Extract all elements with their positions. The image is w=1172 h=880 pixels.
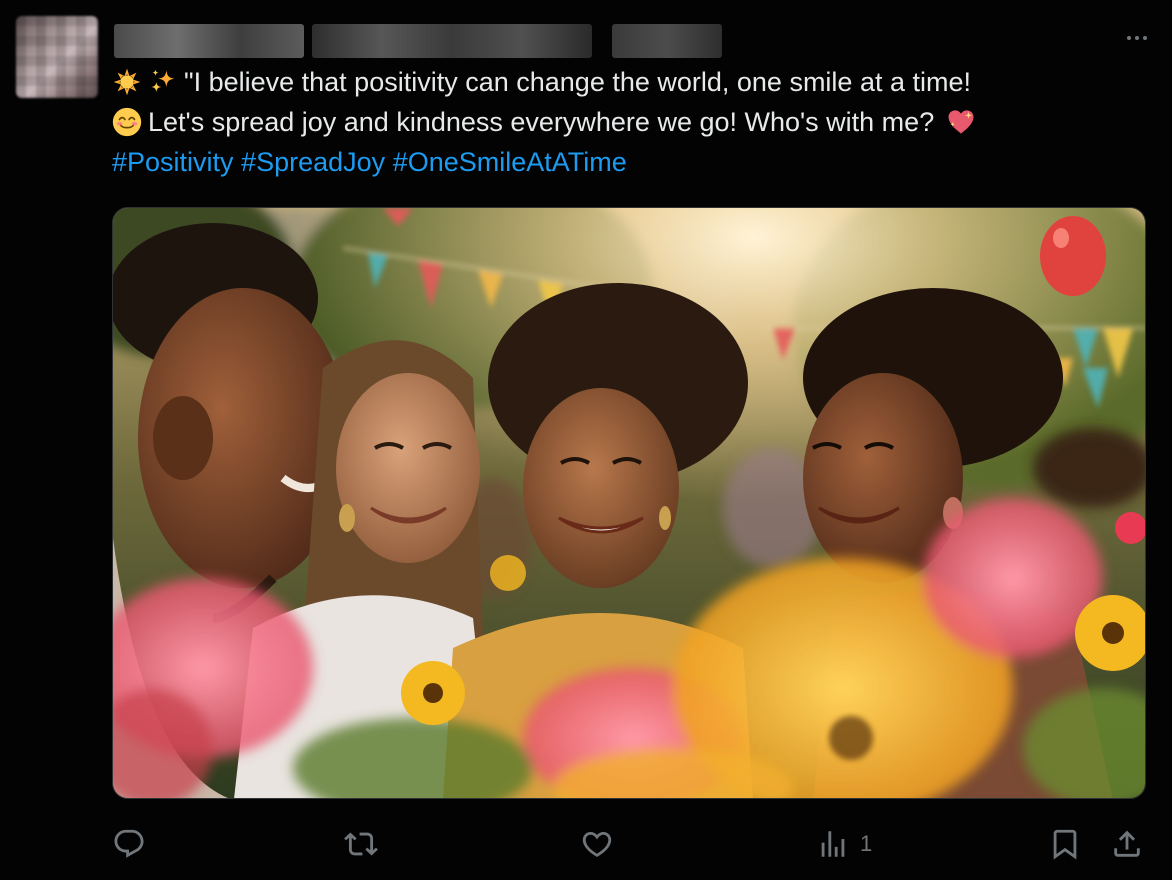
repost-icon (344, 832, 378, 856)
dot-icon (1135, 36, 1139, 40)
tweet-text-line1: "I believe that positivity can change th… (184, 67, 971, 97)
avatar[interactable] (16, 16, 98, 98)
views-count: 1 (860, 831, 873, 856)
timestamp-blurred[interactable] (612, 24, 722, 58)
views-button[interactable]: 1 (816, 822, 872, 866)
tweet: "I believe that positivity can change th… (0, 0, 1172, 880)
sparkles-emoji (151, 69, 175, 92)
share-icon (1114, 830, 1140, 857)
dot-icon (1143, 36, 1147, 40)
tweet-text-line2: Let's spread joy and kindness everywhere… (148, 107, 935, 137)
more-options-button[interactable] (1122, 28, 1152, 48)
tweet-line-1: "I believe that positivity can change th… (112, 62, 1122, 102)
like-button[interactable] (580, 822, 614, 866)
share-button[interactable] (1110, 822, 1144, 866)
sun-emoji (113, 68, 141, 96)
smiling-face-emoji (112, 107, 142, 137)
hashtag-link[interactable]: #Positivity (112, 147, 234, 177)
reply-button[interactable] (112, 822, 146, 866)
action-bar: 1 (112, 822, 1146, 866)
username-blurred[interactable] (312, 24, 592, 58)
bookmark-icon (1053, 829, 1077, 860)
hashtag-link[interactable]: #OneSmileAtATime (393, 147, 627, 177)
tweet-hashtags: #Positivity #SpreadJoy #OneSmileAtATime (112, 142, 1122, 182)
heart-icon (582, 831, 612, 857)
display-name-blurred[interactable] (114, 24, 304, 58)
bookmark-button[interactable] (1048, 822, 1082, 866)
dot-icon (1127, 36, 1131, 40)
repost-button[interactable] (344, 822, 378, 866)
tweet-text: "I believe that positivity can change th… (112, 62, 1122, 182)
views-chart-icon (821, 831, 845, 857)
sparkling-heart-emoji (948, 110, 974, 134)
hashtag-link[interactable]: #SpreadJoy (241, 147, 385, 177)
post-image[interactable] (112, 207, 1146, 799)
photo-illustration (113, 208, 1145, 798)
reply-icon (114, 829, 144, 858)
tweet-line-2: Let's spread joy and kindness everywhere… (112, 102, 1122, 142)
